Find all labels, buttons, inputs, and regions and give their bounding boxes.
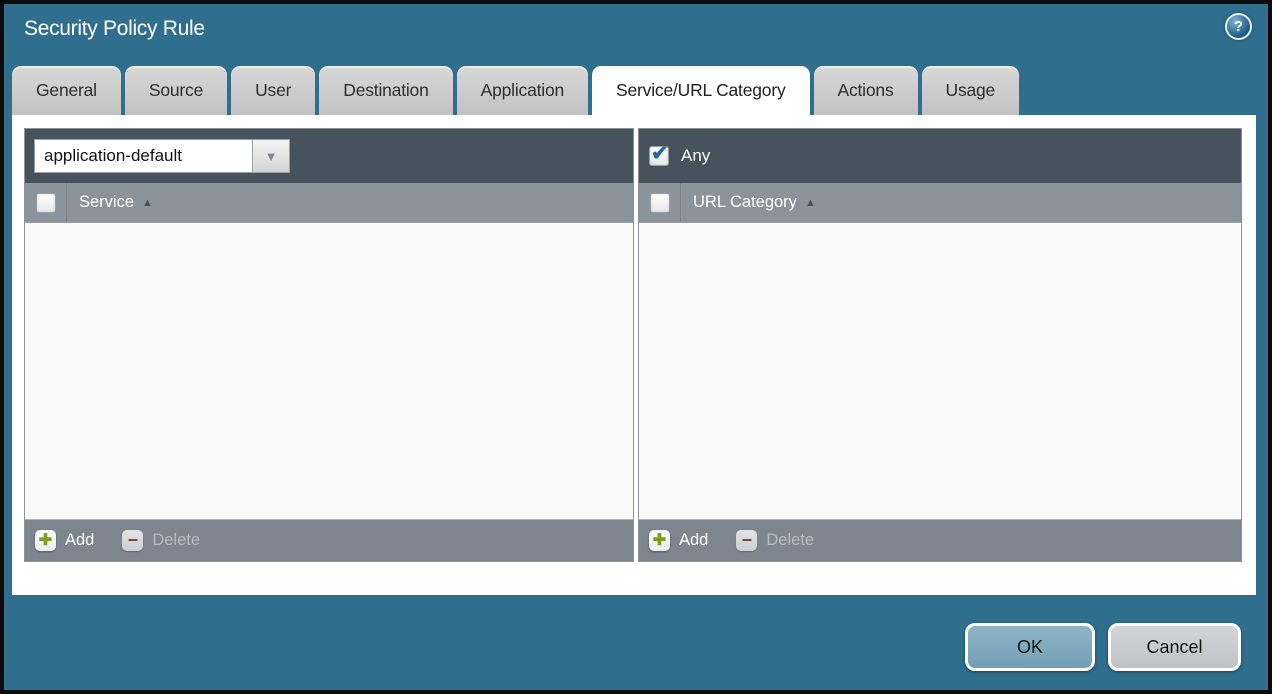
- tab-service-url-category[interactable]: Service/URL Category: [592, 66, 809, 115]
- service-select-all-checkbox[interactable]: [36, 193, 56, 213]
- any-checkbox[interactable]: [649, 146, 669, 166]
- url-delete-button[interactable]: − Delete: [736, 530, 814, 551]
- tab-usage[interactable]: Usage: [922, 66, 1020, 115]
- tab-content-area: application-default ▼ Service ▲ ✚: [12, 115, 1256, 595]
- title-bar: Security Policy Rule ?: [4, 4, 1268, 62]
- plus-icon: ✚: [649, 530, 670, 551]
- service-add-button[interactable]: ✚ Add: [35, 530, 94, 551]
- tab-general[interactable]: General: [12, 66, 121, 115]
- dialog-title: Security Policy Rule: [24, 17, 205, 41]
- tab-destination[interactable]: Destination: [319, 66, 452, 115]
- url-category-table-body: [639, 223, 1241, 519]
- chevron-down-icon: ▼: [265, 150, 278, 163]
- service-panel: application-default ▼ Service ▲ ✚: [24, 128, 634, 562]
- tab-application[interactable]: Application: [457, 66, 588, 115]
- url-category-table-header: URL Category ▲: [639, 183, 1241, 223]
- service-table-header: Service ▲: [25, 183, 633, 223]
- service-column-label[interactable]: Service ▲: [79, 193, 153, 212]
- sort-ascending-icon: ▲: [142, 197, 153, 209]
- url-add-label: Add: [679, 531, 708, 550]
- url-category-panel: Any URL Category ▲ ✚ Add −: [638, 128, 1242, 562]
- security-policy-rule-dialog: Security Policy Rule ? General Source Us…: [0, 0, 1272, 694]
- url-add-button[interactable]: ✚ Add: [649, 530, 708, 551]
- service-panel-footer: ✚ Add − Delete: [25, 519, 633, 561]
- cancel-button[interactable]: Cancel: [1108, 623, 1241, 671]
- ok-button[interactable]: OK: [965, 623, 1095, 671]
- service-type-dropdown-button[interactable]: ▼: [252, 139, 290, 173]
- sort-ascending-icon: ▲: [805, 197, 816, 209]
- tab-source[interactable]: Source: [125, 66, 227, 115]
- url-select-all-checkbox[interactable]: [650, 193, 670, 213]
- url-category-column-text: URL Category: [693, 193, 797, 212]
- url-panel-top-bar: Any: [639, 129, 1241, 183]
- url-panel-footer: ✚ Add − Delete: [639, 519, 1241, 561]
- minus-icon: −: [122, 530, 143, 551]
- service-add-label: Add: [65, 531, 94, 550]
- url-category-column-label[interactable]: URL Category ▲: [693, 193, 816, 212]
- service-type-dropdown[interactable]: application-default ▼: [34, 139, 290, 173]
- any-row: Any: [648, 146, 710, 166]
- tab-actions[interactable]: Actions: [814, 66, 918, 115]
- url-select-all-cell: [639, 183, 681, 222]
- service-column-text: Service: [79, 193, 134, 212]
- tab-user[interactable]: User: [231, 66, 315, 115]
- service-table-body: [25, 223, 633, 519]
- plus-icon: ✚: [35, 530, 56, 551]
- url-delete-label: Delete: [766, 531, 814, 550]
- service-panel-top-bar: application-default ▼: [25, 129, 633, 183]
- any-label: Any: [681, 146, 710, 166]
- service-delete-label: Delete: [152, 531, 200, 550]
- service-select-all-cell: [25, 183, 67, 222]
- tab-strip: General Source User Destination Applicat…: [12, 66, 1019, 115]
- service-delete-button[interactable]: − Delete: [122, 530, 200, 551]
- service-type-dropdown-value[interactable]: application-default: [34, 139, 252, 173]
- minus-icon: −: [736, 530, 757, 551]
- help-icon[interactable]: ?: [1225, 13, 1252, 40]
